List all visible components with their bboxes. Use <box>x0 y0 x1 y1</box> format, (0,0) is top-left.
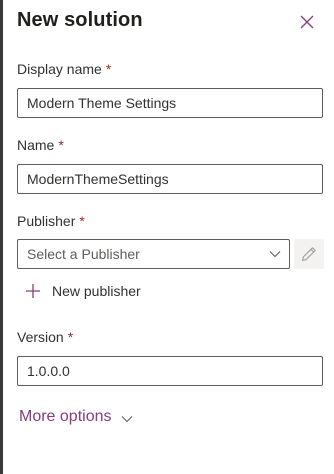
publisher-dropdown-placeholder: Select a Publisher <box>27 246 140 262</box>
chevron-down-icon <box>121 415 132 422</box>
publisher-label-text: Publisher <box>17 213 76 229</box>
version-label-text: Version <box>17 329 64 345</box>
new-publisher-label: New publisher <box>52 283 141 299</box>
plus-icon <box>25 283 41 299</box>
version-field[interactable]: 1.0.0.0 <box>17 356 323 386</box>
publisher-label: Publisher * <box>17 213 85 229</box>
required-mark: * <box>58 137 64 153</box>
panel-title: New solution <box>17 9 143 31</box>
pencil-icon <box>302 247 316 261</box>
required-mark: * <box>67 329 74 345</box>
display-name-label-text: Display name <box>17 61 102 77</box>
new-publisher-button[interactable]: New publisher <box>25 280 141 302</box>
name-field[interactable]: ModernThemeSettings <box>17 164 323 194</box>
more-options-button[interactable]: More options <box>19 408 133 426</box>
publisher-dropdown[interactable]: Select a Publisher <box>17 239 290 269</box>
name-label: Name * <box>17 137 64 153</box>
required-mark: * <box>79 213 85 229</box>
close-icon <box>300 15 314 29</box>
version-label: Version * <box>17 329 73 345</box>
more-options-label: More options <box>19 408 112 425</box>
display-name-label: Display name * <box>17 61 111 77</box>
chevron-down-icon <box>269 251 281 258</box>
edit-publisher-button[interactable] <box>294 239 324 269</box>
close-button[interactable] <box>299 14 315 30</box>
name-label-text: Name <box>17 137 55 153</box>
new-solution-panel: New solution Display name * Modern Theme … <box>0 0 334 474</box>
display-name-field[interactable]: Modern Theme Settings <box>17 88 323 118</box>
required-mark: * <box>105 61 112 77</box>
